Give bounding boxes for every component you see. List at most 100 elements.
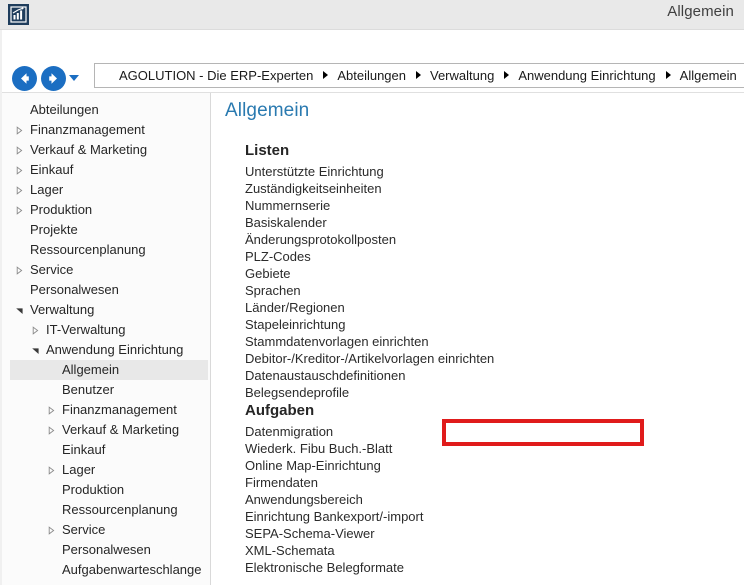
breadcrumb[interactable]: AGOLUTION - Die ERP-Experten Abteilungen…	[94, 63, 744, 88]
content-link-item[interactable]: Unterstützte Einrichtung	[245, 163, 494, 180]
sidebar-item-label: Service	[62, 522, 106, 537]
content-link-item[interactable]: Änderungsprotokollposten	[245, 231, 494, 248]
sidebar-item-label: Verwaltung	[30, 302, 95, 317]
breadcrumb-item-4[interactable]: Allgemein	[680, 68, 737, 83]
sidebar-item-ressourcenplanung[interactable]: Ressourcenplanung	[0, 240, 210, 260]
content-link-item[interactable]: Basiskalender	[245, 214, 494, 231]
content-link-item[interactable]: Stammdatenvorlagen einrichten	[245, 333, 494, 350]
tree-expand-arrow-right-icon[interactable]	[31, 326, 40, 335]
sidebar-item-label: Personalwesen	[62, 542, 151, 557]
main-body: Abteilungen Finanzmanagement Verkauf & Mar…	[0, 93, 744, 585]
tree-expand-arrow-right-icon[interactable]	[47, 526, 56, 535]
content-link-item[interactable]: Einrichtung Bankexport/-import	[245, 508, 423, 525]
forward-button[interactable]	[41, 66, 66, 91]
sidebar-item-label: Aufgabenwarteschlange	[62, 562, 202, 577]
tree-expand-arrow-right-icon[interactable]	[15, 206, 24, 215]
sidebar-item-einkauf[interactable]: Einkauf	[0, 440, 210, 460]
sidebar-item-lager[interactable]: Lager	[0, 180, 210, 200]
content-link-item[interactable]: Belegsendeprofile	[245, 384, 494, 401]
content-link-item[interactable]: SEPA-Schema-Viewer	[245, 525, 423, 542]
breadcrumb-separator-icon	[504, 71, 510, 79]
breadcrumb-item-1[interactable]: Abteilungen	[337, 68, 406, 83]
sidebar-item-aufgabenwarteschlange[interactable]: Aufgabenwarteschlange	[0, 560, 210, 580]
content-link-item[interactable]: Sprachen	[245, 282, 494, 299]
tree-expand-arrow-right-icon[interactable]	[15, 166, 24, 175]
sidebar-item-finanzmanagement[interactable]: Finanzmanagement	[0, 120, 210, 140]
sidebar-item-service[interactable]: Service	[0, 520, 210, 540]
sidebar-item-verkauf-marketing[interactable]: Verkauf & Marketing	[0, 420, 210, 440]
content-link-item[interactable]: Länder/Regionen	[245, 299, 494, 316]
content-link-item[interactable]: Firmendaten	[245, 474, 423, 491]
content-link-item[interactable]: Zuständigkeitseinheiten	[245, 180, 494, 197]
sidebar-item-it-verwaltung[interactable]: IT-Verwaltung	[0, 320, 210, 340]
breadcrumb-item-0[interactable]: AGOLUTION - Die ERP-Experten	[119, 68, 313, 83]
sidebar-item-label: Einkauf	[30, 162, 74, 177]
section-title: Listen	[245, 142, 290, 159]
sidebar-navigation-pane: Abteilungen Finanzmanagement Verkauf & Mar…	[0, 93, 211, 585]
sidebar-item-produktion[interactable]: Produktion	[0, 480, 210, 500]
sidebar-item-anwendung-einrichtung[interactable]: Anwendung Einrichtung	[0, 340, 210, 360]
content-link-item[interactable]: Gebiete	[245, 265, 494, 282]
sidebar-item-label: Produktion	[30, 202, 93, 217]
tree-expand-arrow-down-icon[interactable]	[15, 306, 24, 315]
application-window: Allgemein AGOLUTION - Die ERP-Experten A…	[0, 0, 744, 585]
content-link-item[interactable]: Datenmigration	[245, 423, 423, 440]
content-pane: Allgemein Listen Unterstützte Einrichtung…	[212, 93, 744, 585]
sidebar-item-projekte[interactable]: Projekte	[0, 220, 210, 240]
content-link-item[interactable]: Elektronische Belegformate	[245, 559, 423, 576]
content-link-item[interactable]: XML-Schemata	[245, 542, 423, 559]
sidebar-item-personalwesen[interactable]: Personalwesen	[0, 280, 210, 300]
sidebar-item-ressourcenplanung[interactable]: Ressourcenplanung	[0, 500, 210, 520]
content-link-item[interactable]: Stapeleinrichtung	[245, 316, 494, 333]
sidebar-item-service[interactable]: Service	[0, 260, 210, 280]
tree-expand-arrow-right-icon[interactable]	[15, 126, 24, 135]
tree-expand-arrow-right-icon[interactable]	[15, 146, 24, 155]
sidebar-item-label: Verkauf & Marketing	[62, 422, 180, 437]
sidebar-item-verkauf-marketing[interactable]: Verkauf & Marketing	[0, 140, 210, 160]
sidebar-item-label: IT-Verwaltung	[46, 322, 126, 337]
sidebar-item-label: Allgemein	[62, 362, 120, 377]
window-title: Allgemein	[667, 3, 734, 20]
tree-expand-arrow-right-icon[interactable]	[15, 186, 24, 195]
history-dropdown-button[interactable]	[69, 75, 79, 81]
sidebar-item-benutzer[interactable]: Benutzer	[0, 380, 210, 400]
sidebar-item-label: Produktion	[62, 482, 125, 497]
tree-expand-arrow-right-icon[interactable]	[47, 426, 56, 435]
sidebar-item-abteilungen[interactable]: Abteilungen	[0, 100, 210, 120]
breadcrumb-separator-icon	[323, 71, 329, 79]
content-link-item[interactable]: Datenaustauschdefinitionen	[245, 367, 494, 384]
sidebar-item-allgemein[interactable]: Allgemein	[0, 360, 210, 380]
arrow-left-icon	[21, 73, 29, 84]
sidebar-item-lager[interactable]: Lager	[0, 460, 210, 480]
sidebar-item-label: Anwendung Einrichtung	[46, 342, 184, 357]
sidebar-item-label: Abteilungen	[30, 102, 99, 117]
content-link-item[interactable]: Anwendungsbereich	[245, 491, 423, 508]
sidebar-item-label: Personalwesen	[30, 282, 119, 297]
tree-expand-arrow-right-icon[interactable]	[47, 466, 56, 475]
sidebar-item-einkauf[interactable]: Einkauf	[0, 160, 210, 180]
content-link-item[interactable]: Nummernserie	[245, 197, 494, 214]
sidebar-item-label: Service	[30, 262, 74, 277]
content-link-item[interactable]: Wiederk. Fibu Buch.-Blatt	[245, 440, 423, 457]
sidebar-item-produktion[interactable]: Produktion	[0, 200, 210, 220]
arrow-right-icon	[49, 73, 57, 84]
content-link-item[interactable]: Debitor-/Kreditor-/Artikelvorlagen einri…	[245, 350, 494, 367]
sidebar-item-finanzmanagement[interactable]: Finanzmanagement	[0, 400, 210, 420]
breadcrumb-item-3[interactable]: Anwendung Einrichtung	[518, 68, 655, 83]
content-link-item[interactable]: PLZ-Codes	[245, 248, 494, 265]
sidebar-item-verwaltung[interactable]: Verwaltung	[0, 300, 210, 320]
tree-expand-arrow-down-icon[interactable]	[31, 346, 40, 355]
content-section-aufgaben: Aufgaben Datenmigration Wiederk. Fibu Buch…	[245, 401, 423, 576]
sidebar-item-label: Finanzmanagement	[30, 122, 145, 137]
breadcrumb-separator-icon	[665, 71, 671, 79]
sidebar-item-personalwesen[interactable]: Personalwesen	[0, 540, 210, 560]
content-link-item[interactable]: Online Map-Einrichtung	[245, 457, 423, 474]
breadcrumb-item-2[interactable]: Verwaltung	[430, 68, 494, 83]
page-title: Allgemein	[225, 100, 310, 121]
navigation-bar: AGOLUTION - Die ERP-Experten Abteilungen…	[0, 30, 744, 120]
tree-expand-arrow-right-icon[interactable]	[47, 406, 56, 415]
navigation-tree: Abteilungen Finanzmanagement Verkauf & Mar…	[0, 93, 210, 580]
sidebar-item-label: Ressourcenplanung	[30, 242, 146, 257]
back-button[interactable]	[12, 66, 37, 91]
tree-expand-arrow-right-icon[interactable]	[15, 266, 24, 275]
